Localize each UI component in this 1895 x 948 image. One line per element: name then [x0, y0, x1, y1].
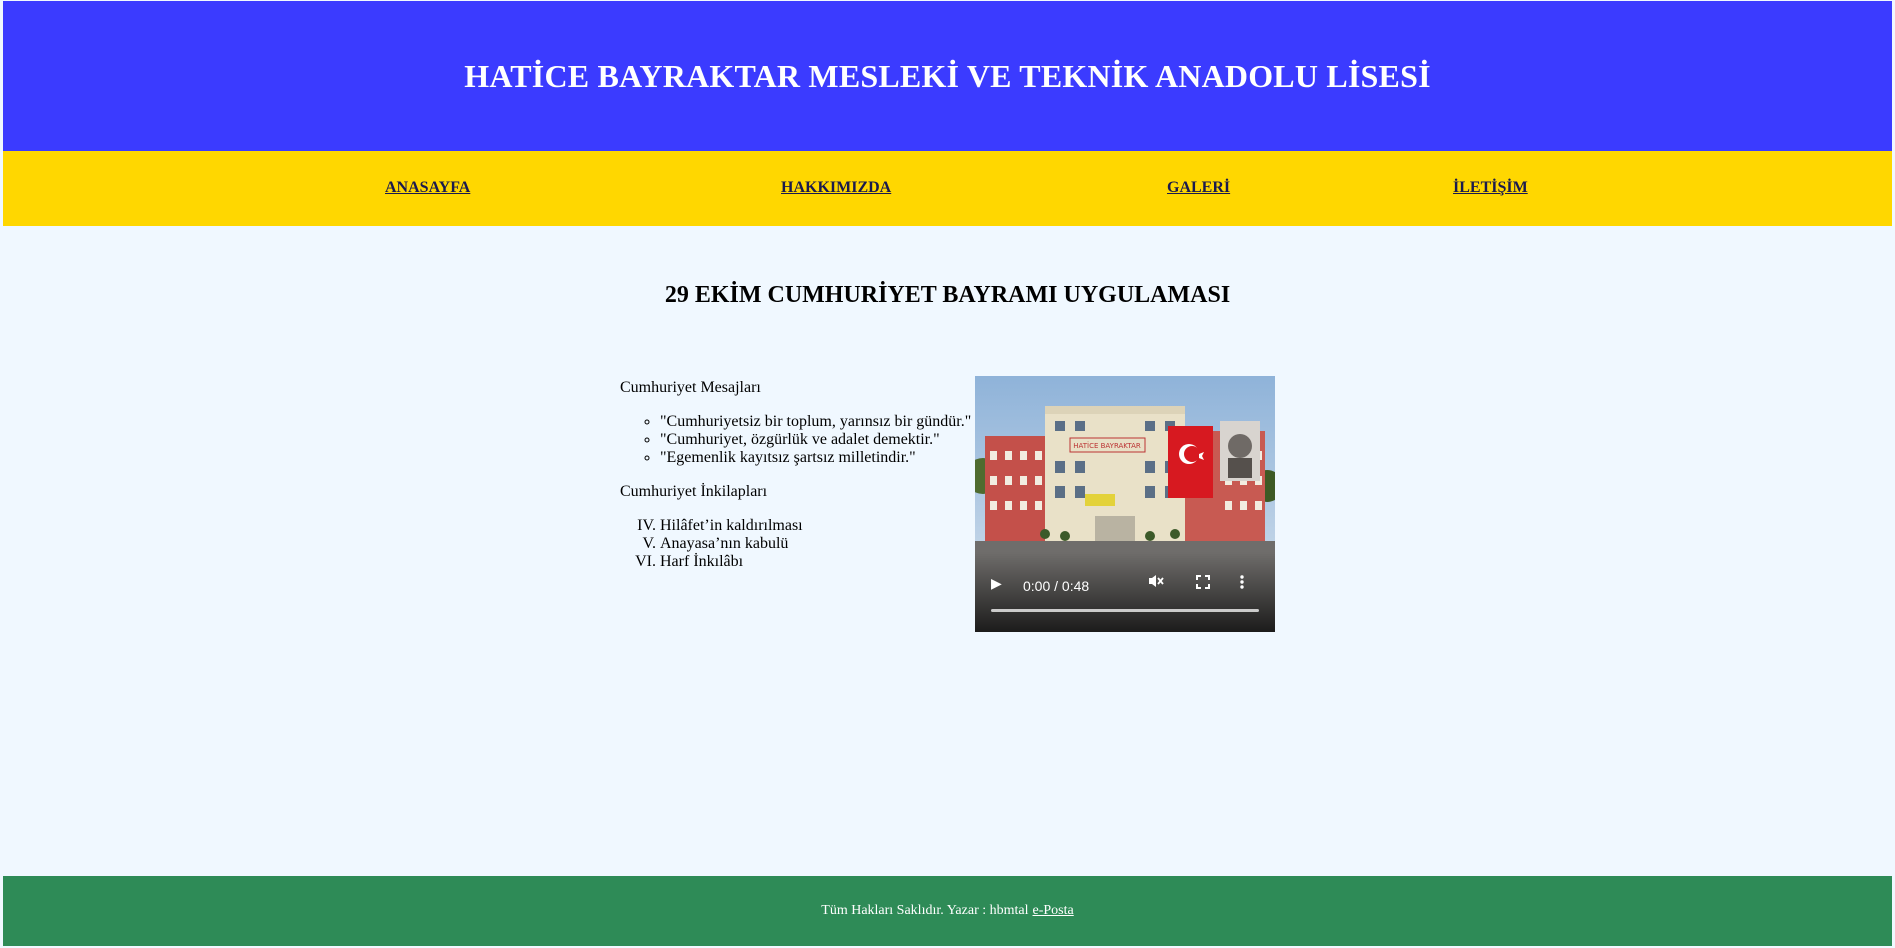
- nav-link-anasayfa[interactable]: ANASAYFA: [385, 179, 470, 197]
- site-header: HATİCE BAYRAKTAR MESLEKİ VE TEKNİK ANADO…: [3, 1, 1892, 151]
- list-item: "Cumhuriyetsiz bir toplum, yarınsız bir …: [660, 413, 980, 431]
- list-item: "Egemenlik kayıtsız şartsız milletindir.…: [660, 449, 980, 467]
- page-title: 29 EKİM CUMHURİYET BAYRAMI UYGULAMASI: [664, 282, 1231, 308]
- footer-text: Tüm Hakları Saklıdır. Yazar : hbmtal: [821, 903, 1029, 918]
- messages-list: "Cumhuriyetsiz bir toplum, yarınsız bir …: [620, 413, 980, 467]
- video-time: 0:00 / 0:48: [1023, 578, 1090, 594]
- play-icon[interactable]: ▶: [991, 576, 1002, 592]
- nav-link-hakkimizda[interactable]: HAKKIMIZDA: [781, 179, 891, 197]
- text-column: Cumhuriyet Mesajları "Cumhuriyetsiz bir …: [620, 379, 980, 571]
- nav-link-iletisim[interactable]: İLETİŞİM: [1453, 179, 1528, 197]
- site-title: HATİCE BAYRAKTAR MESLEKİ VE TEKNİK ANADO…: [464, 57, 1431, 94]
- site-footer: Tüm Hakları Saklıdır. Yazar : hbmtal e-P…: [3, 876, 1892, 946]
- volume-muted-icon[interactable]: [1147, 572, 1165, 594]
- list-item: Harf İnkılâbı: [660, 553, 980, 571]
- page: HATİCE BAYRAKTAR MESLEKİ VE TEKNİK ANADO…: [0, 0, 1895, 948]
- reforms-list: Hilâfet’in kaldırılması Anayasa’nın kabu…: [620, 517, 980, 571]
- list-item: Hilâfet’in kaldırılması: [660, 517, 980, 535]
- reforms-heading: Cumhuriyet İnkilapları: [620, 483, 768, 500]
- main-content: 29 EKİM CUMHURİYET BAYRAMI UYGULAMASI Cu…: [3, 226, 1892, 876]
- more-options-icon[interactable]: [1239, 574, 1245, 594]
- main-nav: ANASAYFA HAKKIMIZDA GALERİ İLETİŞİM: [3, 151, 1892, 226]
- list-item: Anayasa’nın kabulü: [660, 535, 980, 553]
- footer-email-link[interactable]: e-Posta: [1033, 903, 1074, 919]
- messages-heading: Cumhuriyet Mesajları: [620, 379, 761, 396]
- video-controls: ▶ 0:00 / 0:48: [975, 552, 1275, 632]
- list-item: "Cumhuriyet, özgürlük ve adalet demektir…: [660, 431, 980, 449]
- video-progress-bar[interactable]: [991, 609, 1259, 612]
- video-player[interactable]: HATİCE BAYRAKTAR ▶ 0:00 / 0:48: [975, 376, 1275, 632]
- nav-link-galeri[interactable]: GALERİ: [1167, 179, 1230, 197]
- svg-text:HATİCE BAYRAKTAR: HATİCE BAYRAKTAR: [1073, 441, 1141, 450]
- fullscreen-icon[interactable]: [1195, 574, 1211, 594]
